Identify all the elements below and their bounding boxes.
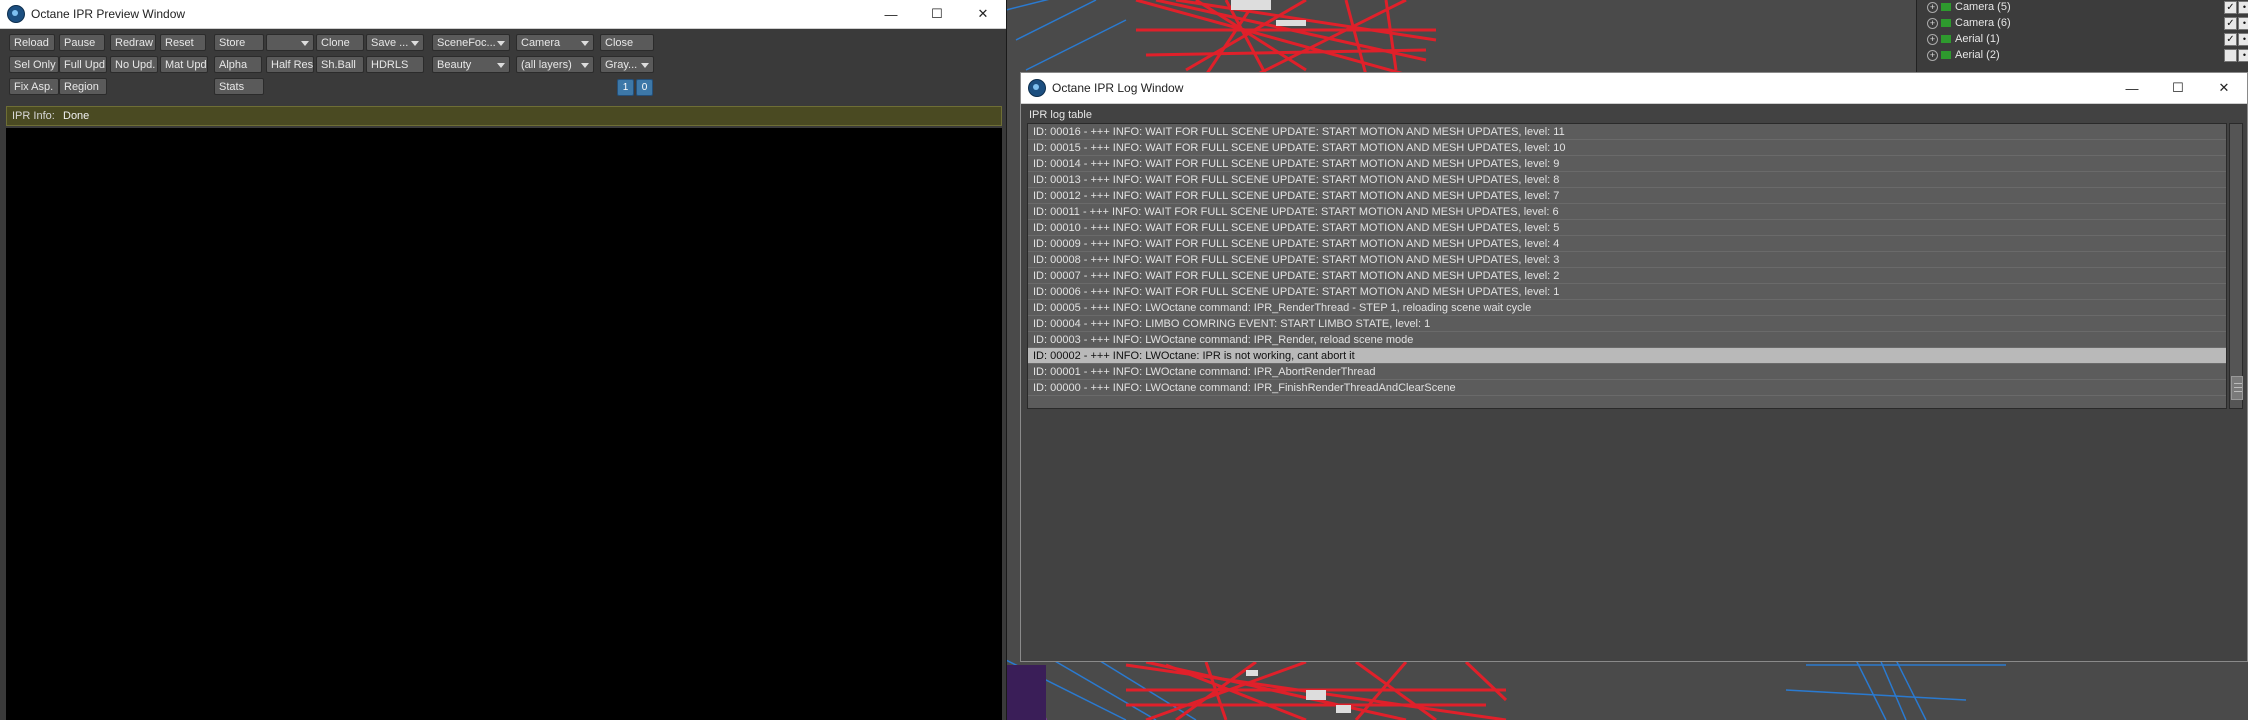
log-row[interactable]: ID: 00015 - +++ INFO: WAIT FOR FULL SCEN…	[1028, 140, 2226, 156]
log-row[interactable]: ID: 00007 - +++ INFO: WAIT FOR FULL SCEN…	[1028, 268, 2226, 284]
octane-app-icon	[7, 5, 25, 23]
log-row-selected[interactable]: ID: 00002 - +++ INFO: LWOctane: IPR is n…	[1028, 348, 2226, 364]
log-titlebar[interactable]: Octane IPR Log Window — ☐ ✕	[1021, 73, 2247, 104]
dot-toggle[interactable]: •	[2238, 17, 2248, 30]
preview-window-title: Octane IPR Preview Window	[31, 7, 186, 21]
dot-toggle[interactable]: •	[2238, 33, 2248, 46]
visibility-checkbox[interactable]: ✓	[2224, 33, 2237, 46]
render-preview-area[interactable]	[6, 128, 1002, 720]
full-upd-button[interactable]: Full Upd.	[59, 56, 107, 73]
log-row[interactable]: ID: 00005 - +++ INFO: LWOctane command: …	[1028, 300, 2226, 316]
log-table[interactable]: ID: 00016 - +++ INFO: WAIT FOR FULL SCEN…	[1027, 123, 2227, 409]
visibility-checkbox[interactable]	[2224, 49, 2237, 62]
hdrls-button[interactable]: HDRLS	[366, 56, 424, 73]
visibility-checkbox[interactable]: ✓	[2224, 17, 2237, 30]
log-row[interactable]: ID: 00011 - +++ INFO: WAIT FOR FULL SCEN…	[1028, 204, 2226, 220]
log-row[interactable]: ID: 00012 - +++ INFO: WAIT FOR FULL SCEN…	[1028, 188, 2226, 204]
scene-row-camera-6[interactable]: + Camera (6) ✓ •	[1917, 16, 2248, 31]
scene-row-aerial-1[interactable]: + Aerial (1) ✓ •	[1917, 32, 2248, 47]
camera-select[interactable]: Camera	[516, 34, 594, 51]
ipr-info-value: Done	[63, 110, 90, 122]
log-row[interactable]: ID: 00009 - +++ INFO: WAIT FOR FULL SCEN…	[1028, 236, 2226, 252]
camera-icon	[1941, 19, 1951, 27]
expand-icon[interactable]: +	[1927, 34, 1938, 45]
scene-focus-select[interactable]: SceneFoc...	[432, 34, 510, 51]
minimize-button[interactable]: —	[868, 0, 914, 28]
log-row[interactable]: ID: 00001 - +++ INFO: LWOctane command: …	[1028, 364, 2226, 380]
page-button-0[interactable]: 0	[636, 79, 653, 96]
camera-icon	[1941, 35, 1951, 43]
expand-icon[interactable]: +	[1927, 18, 1938, 29]
scene-list-panel: + Camera (5) ✓ • + Camera (6) ✓ • + Aeri…	[1916, 0, 2248, 78]
maximize-button[interactable]: ☐	[2155, 73, 2201, 103]
scene-row-aerial-2[interactable]: + Aerial (2) •	[1917, 48, 2248, 63]
log-window-title: Octane IPR Log Window	[1052, 81, 1184, 95]
camera-icon	[1941, 51, 1951, 59]
minimize-button[interactable]: —	[2109, 73, 2155, 103]
pause-button[interactable]: Pause	[59, 34, 105, 51]
stats-button[interactable]: Stats	[214, 78, 264, 95]
scene-row-camera-5[interactable]: + Camera (5) ✓ •	[1917, 0, 2248, 15]
scrollbar-thumb[interactable]	[2231, 376, 2243, 400]
sh-ball-button[interactable]: Sh.Ball	[316, 56, 364, 73]
close-window-button[interactable]: ✕	[2201, 73, 2247, 103]
beauty-pass-select[interactable]: Beauty	[432, 56, 510, 73]
log-row[interactable]: ID: 00003 - +++ INFO: LWOctane command: …	[1028, 332, 2226, 348]
clone-button[interactable]: Clone	[316, 34, 364, 51]
redraw-button[interactable]: Redraw	[110, 34, 156, 51]
dot-toggle[interactable]: •	[2238, 1, 2248, 14]
log-row[interactable]: ID: 00000 - +++ INFO: LWOctane command: …	[1028, 380, 2226, 396]
gray-select[interactable]: Gray...	[600, 56, 654, 73]
ipr-log-window: Octane IPR Log Window — ☐ ✕ IPR log tabl…	[1020, 72, 2248, 662]
maximize-button[interactable]: ☐	[914, 0, 960, 28]
log-row[interactable]: ID: 00004 - +++ INFO: LIMBO COMRING EVEN…	[1028, 316, 2226, 332]
half-res-button[interactable]: Half Res	[266, 56, 314, 73]
dot-toggle[interactable]: •	[2238, 49, 2248, 62]
reload-button[interactable]: Reload	[9, 34, 55, 51]
page-button-1[interactable]: 1	[617, 79, 634, 96]
preview-titlebar[interactable]: Octane IPR Preview Window — ☐ ✕	[0, 0, 1006, 29]
visibility-checkbox[interactable]: ✓	[2224, 1, 2237, 14]
ipr-info-label: IPR Info:	[12, 110, 55, 122]
reset-button[interactable]: Reset	[160, 34, 206, 51]
region-button[interactable]: Region	[59, 78, 107, 95]
fix-asp-button[interactable]: Fix Asp.	[9, 78, 59, 95]
camera-icon	[1941, 3, 1951, 11]
layers-select[interactable]: (all layers)	[516, 56, 594, 73]
save-select[interactable]: Save ...	[366, 34, 424, 51]
octane-app-icon	[1028, 79, 1046, 97]
sel-only-button[interactable]: Sel Only	[9, 56, 59, 73]
log-row[interactable]: ID: 00014 - +++ INFO: WAIT FOR FULL SCEN…	[1028, 156, 2226, 172]
log-row[interactable]: ID: 00016 - +++ INFO: WAIT FOR FULL SCEN…	[1028, 124, 2226, 140]
expand-icon[interactable]: +	[1927, 50, 1938, 61]
log-row[interactable]: ID: 00013 - +++ INFO: WAIT FOR FULL SCEN…	[1028, 172, 2226, 188]
log-table-caption: IPR log table	[1029, 109, 1092, 121]
no-upd-button[interactable]: No Upd.	[110, 56, 158, 73]
log-row[interactable]: ID: 00008 - +++ INFO: WAIT FOR FULL SCEN…	[1028, 252, 2226, 268]
log-row[interactable]: ID: 00006 - +++ INFO: WAIT FOR FULL SCEN…	[1028, 284, 2226, 300]
close-button[interactable]: Close	[600, 34, 654, 51]
close-window-button[interactable]: ✕	[960, 0, 1006, 28]
log-scrollbar[interactable]	[2229, 123, 2243, 409]
expand-icon[interactable]: +	[1927, 2, 1938, 13]
ipr-preview-window: Octane IPR Preview Window — ☐ ✕ Reload P…	[0, 0, 1007, 720]
ipr-info-bar: IPR Info: Done	[6, 106, 1002, 126]
alpha-button[interactable]: Alpha	[214, 56, 262, 73]
store-slot-select[interactable]	[266, 34, 314, 51]
mat-upd-button[interactable]: Mat Upd	[160, 56, 208, 73]
store-button[interactable]: Store	[214, 34, 264, 51]
log-row[interactable]: ID: 00010 - +++ INFO: WAIT FOR FULL SCEN…	[1028, 220, 2226, 236]
